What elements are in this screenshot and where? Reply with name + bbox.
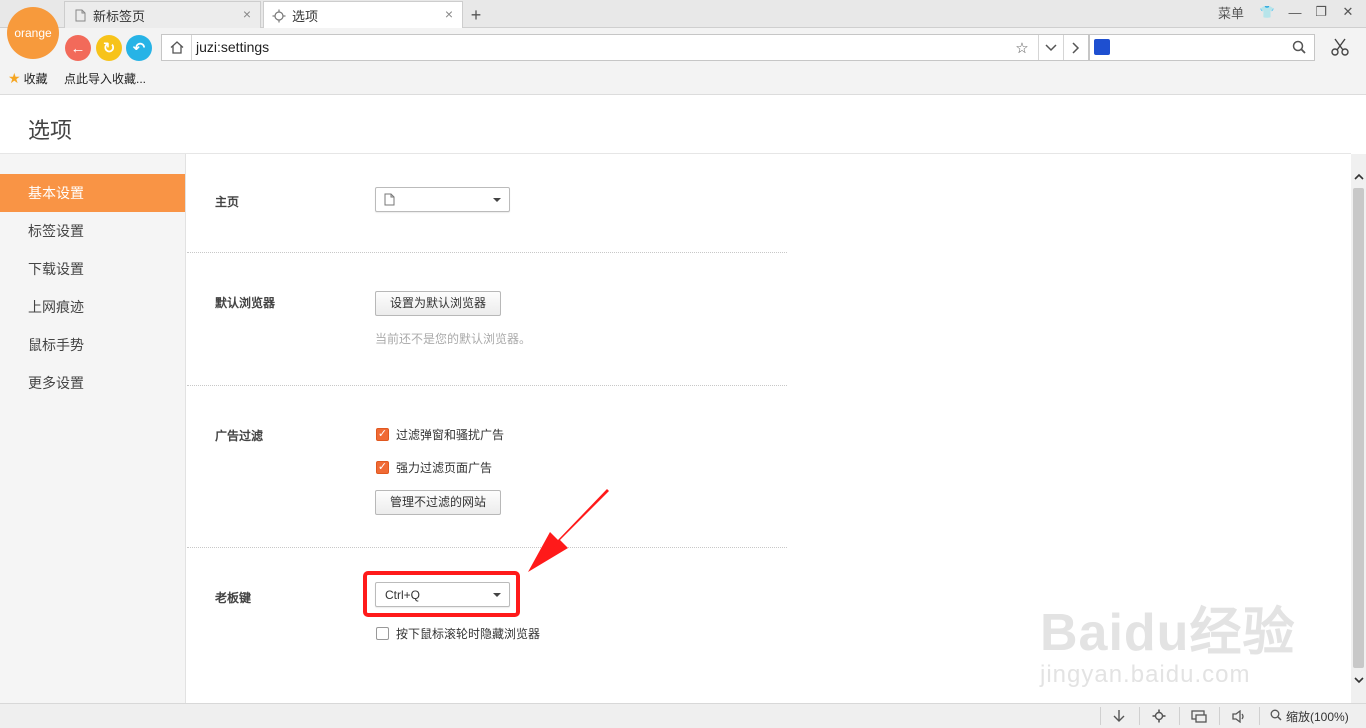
watermark-text: Baidu经验 bbox=[1040, 604, 1296, 662]
browser-logo[interactable]: orange bbox=[7, 7, 59, 59]
homepage-label: 主页 bbox=[215, 195, 240, 209]
search-box[interactable] bbox=[1089, 34, 1315, 61]
sidebar-item-gestures[interactable]: 鼠标手势 bbox=[0, 326, 185, 364]
tab-options[interactable]: 选项 × bbox=[263, 1, 463, 29]
checkmark-icon[interactable]: ✓ bbox=[376, 428, 389, 441]
red-arrow-annotation bbox=[528, 489, 609, 572]
status-separator bbox=[1259, 707, 1260, 725]
red-highlight-box bbox=[363, 571, 520, 617]
status-separator bbox=[1179, 707, 1180, 725]
page-icon bbox=[384, 193, 395, 209]
sidebar-item-tabs[interactable]: 标签设置 bbox=[0, 212, 185, 250]
zoom-icon bbox=[1270, 709, 1282, 724]
hide-on-wheel-checkbox[interactable]: 按下鼠标滚轮时隐藏浏览器 bbox=[376, 625, 540, 642]
manage-unfiltered-sites-button[interactable]: 管理不过滤的网站 bbox=[375, 490, 501, 515]
status-separator bbox=[1219, 707, 1220, 725]
tab-new-tab-page[interactable]: 新标签页 × bbox=[64, 1, 261, 28]
new-tab-button[interactable]: + bbox=[464, 4, 488, 26]
restore-button[interactable]: ❐ bbox=[1310, 0, 1332, 24]
baidu-engine-icon[interactable] bbox=[1094, 39, 1110, 55]
scroll-up-icon[interactable] bbox=[1351, 168, 1366, 184]
checkbox-label: 过滤弹窗和骚扰广告 bbox=[396, 428, 505, 442]
baidu-watermark: Baidu经验 jingyan.baidu.com bbox=[1040, 590, 1295, 689]
bookmarks-bar: ★ 收藏 点此导入收藏... bbox=[0, 66, 1366, 95]
vertical-scrollbar[interactable] bbox=[1351, 154, 1366, 703]
tab-close-icon[interactable]: × bbox=[240, 6, 254, 22]
sidebar-item-more[interactable]: 更多设置 bbox=[0, 364, 185, 402]
scrollbar-thumb[interactable] bbox=[1353, 188, 1364, 668]
set-default-browser-button[interactable]: 设置为默认浏览器 bbox=[375, 291, 501, 316]
sidebar-item-basic[interactable]: 基本设置 bbox=[0, 174, 185, 212]
menu-button[interactable]: 菜单 bbox=[1212, 0, 1250, 24]
caret-down-icon bbox=[493, 198, 501, 202]
skin-icon[interactable]: 👕 bbox=[1256, 0, 1278, 24]
sidebar-item-history[interactable]: 上网痕迹 bbox=[0, 288, 185, 326]
checkbox-icon[interactable] bbox=[376, 627, 389, 640]
gear-icon bbox=[272, 8, 286, 24]
filter-page-ads-checkbox[interactable]: ✓ 强力过滤页面广告 bbox=[376, 459, 492, 476]
bookmark-label: 收藏 bbox=[23, 72, 48, 86]
chevron-down-icon[interactable] bbox=[1039, 35, 1063, 60]
tab-label: 选项 bbox=[292, 9, 319, 24]
scroll-down-icon[interactable] bbox=[1351, 672, 1366, 688]
forward-arrow-icon[interactable] bbox=[1064, 35, 1088, 60]
undo-close-button[interactable]: ↶ bbox=[126, 35, 152, 61]
checkbox-label: 按下鼠标滚轮时隐藏浏览器 bbox=[396, 627, 541, 641]
page-icon bbox=[73, 7, 87, 23]
page-title: 选项 bbox=[28, 118, 73, 143]
status-bar: 缩放(100%) bbox=[0, 703, 1366, 728]
address-input[interactable]: juzi:settings bbox=[196, 39, 269, 55]
checkmark-icon[interactable]: ✓ bbox=[376, 461, 389, 474]
favorite-star-icon[interactable]: ☆ bbox=[1010, 35, 1034, 60]
watermark-url: jingyan.baidu.com bbox=[1040, 661, 1251, 688]
address-bar[interactable]: juzi:settings ☆ bbox=[161, 34, 1089, 61]
tab-label: 新标签页 bbox=[93, 8, 146, 24]
zoom-level: 缩放(100%) bbox=[1286, 710, 1349, 724]
section-divider bbox=[187, 385, 787, 386]
sidebar-item-downloads[interactable]: 下载设置 bbox=[0, 250, 185, 288]
volume-icon[interactable] bbox=[1229, 707, 1249, 725]
title-divider bbox=[0, 153, 1351, 154]
screen-icon[interactable] bbox=[1189, 707, 1209, 725]
default-browser-label: 默认浏览器 bbox=[215, 296, 276, 310]
default-browser-hint: 当前还不是您的默认浏览器。 bbox=[375, 332, 532, 346]
zoom-control[interactable]: 缩放(100%) bbox=[1270, 708, 1349, 725]
search-icon[interactable] bbox=[1290, 38, 1308, 56]
status-separator bbox=[1100, 707, 1101, 725]
boss-key-label: 老板键 bbox=[215, 591, 252, 605]
close-window-button[interactable]: ✕ bbox=[1336, 0, 1360, 24]
settings-gear-icon[interactable] bbox=[1149, 707, 1169, 725]
section-divider bbox=[187, 252, 787, 253]
refresh-button[interactable]: ↻ bbox=[96, 35, 122, 61]
home-icon[interactable] bbox=[162, 35, 192, 60]
filter-popup-ads-checkbox[interactable]: ✓ 过滤弹窗和骚扰广告 bbox=[376, 426, 504, 443]
scissors-icon[interactable] bbox=[1328, 36, 1352, 58]
ad-filter-label: 广告过滤 bbox=[215, 429, 264, 443]
checkbox-label: 强力过滤页面广告 bbox=[396, 461, 493, 475]
section-divider bbox=[187, 547, 787, 548]
homepage-select[interactable] bbox=[375, 187, 510, 212]
back-button[interactable]: ← bbox=[65, 35, 91, 61]
tab-close-icon[interactable]: × bbox=[442, 6, 456, 22]
bookmark-favorites[interactable]: ★ 收藏 bbox=[8, 70, 48, 87]
tab-bar: 新标签页 × 选项 × + 菜单 👕 — ❐ ✕ bbox=[0, 0, 1366, 29]
minimize-button[interactable]: — bbox=[1284, 0, 1306, 24]
star-icon: ★ bbox=[8, 70, 21, 86]
toolbar: ← ↻ ↶ juzi:settings ☆ bbox=[0, 28, 1366, 66]
settings-sidebar: 基本设置 标签设置 下载设置 上网痕迹 鼠标手势 更多设置 bbox=[0, 154, 186, 703]
bookmark-import[interactable]: 点此导入收藏... bbox=[64, 70, 146, 87]
status-separator bbox=[1139, 707, 1140, 725]
download-icon[interactable] bbox=[1109, 707, 1129, 725]
